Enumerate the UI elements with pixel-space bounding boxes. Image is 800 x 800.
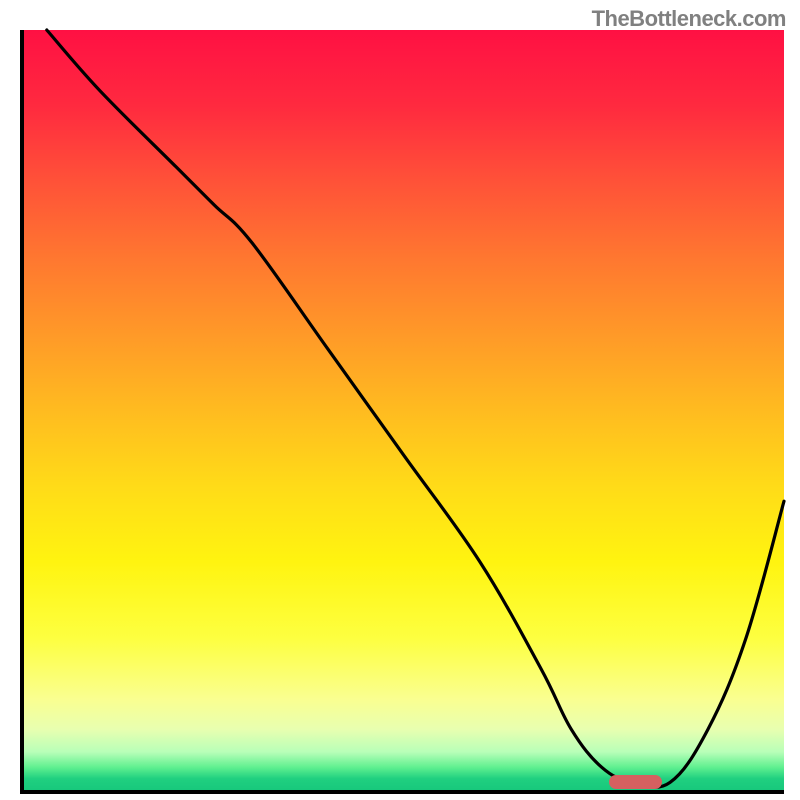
- bottleneck-curve-svg: [24, 30, 784, 790]
- optimal-marker: [609, 775, 662, 789]
- chart-plot-area: [20, 30, 784, 794]
- watermark-text: TheBottleneck.com: [592, 6, 786, 32]
- bottleneck-curve-path: [47, 30, 784, 787]
